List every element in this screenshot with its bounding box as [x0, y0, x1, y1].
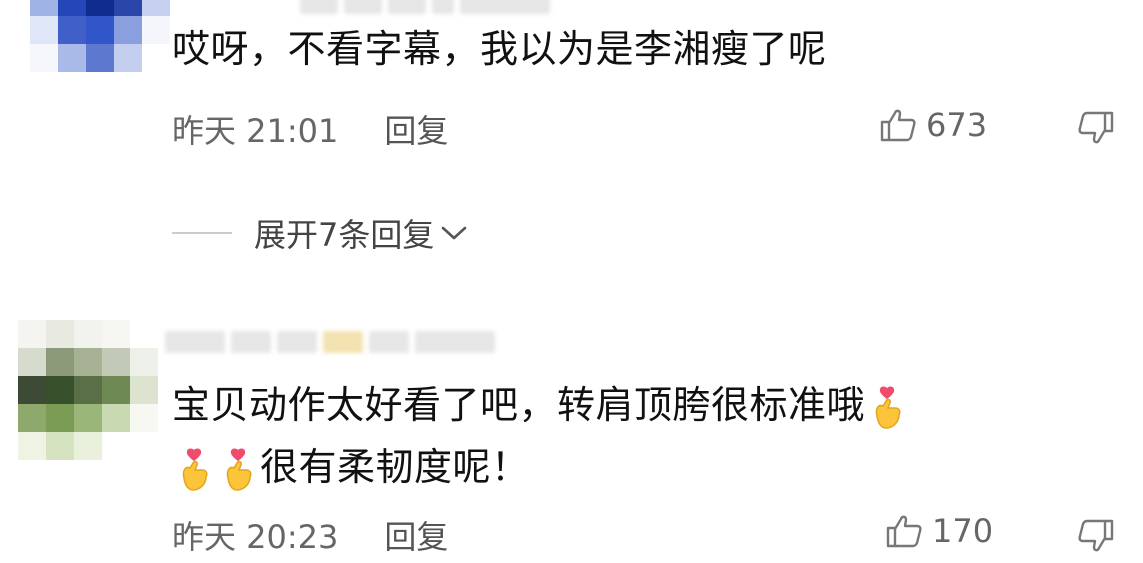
comment-item: 宝贝动作太好看了吧，转肩顶胯很标准哦 很有柔韧度呢！ 昨天 20:23 回复 1… [0, 300, 1143, 563]
expand-replies-button[interactable]: 展开7条回复 [172, 210, 468, 256]
comment-time: 昨天 20:23 [172, 518, 339, 556]
finger-heart-emoji [182, 448, 208, 491]
expand-replies-label: 展开7条回复 [254, 216, 435, 254]
thumbs-down-icon [1078, 519, 1114, 552]
comment-text-line: 宝贝动作太好看了吧，转肩顶胯很标准哦 [172, 374, 909, 436]
comment-time: 昨天 21:01 [172, 112, 339, 150]
thumbs-up-icon [886, 515, 922, 548]
reply-button[interactable]: 回复 [384, 512, 448, 558]
avatar[interactable] [30, 0, 170, 100]
avatar-mosaic [18, 320, 158, 460]
username-blurred[interactable] [300, 0, 550, 14]
comment-text-line1: 宝贝动作太好看了吧，转肩顶胯很标准哦 [172, 383, 866, 427]
divider-line [172, 232, 232, 234]
comment-text-line2: 很有柔韧度呢！ [260, 445, 530, 489]
avatar[interactable] [18, 320, 158, 460]
finger-heart-emoji [875, 386, 901, 429]
avatar-mosaic [30, 0, 170, 100]
finger-heart-emoji [226, 448, 252, 491]
comment-meta: 昨天 20:23 回复 [172, 512, 448, 558]
comment-meta: 昨天 21:01 回复 [172, 106, 448, 152]
thumbs-up-icon [880, 109, 916, 142]
comment-text-line: 很有柔韧度呢！ [172, 436, 909, 498]
like-count: 673 [926, 106, 988, 144]
chevron-down-icon [442, 226, 467, 240]
comment-text: 宝贝动作太好看了吧，转肩顶胯很标准哦 很有柔韧度呢！ [172, 374, 909, 498]
comment-text: 哎呀，不看字幕，我以为是李湘瘦了呢 [172, 27, 827, 71]
reply-button[interactable]: 回复 [384, 106, 448, 152]
username-blurred[interactable] [165, 331, 495, 353]
dislike-button[interactable] [1076, 110, 1116, 150]
like-count: 170 [932, 512, 994, 550]
comment-item: 哎呀，不看字幕，我以为是李湘瘦了呢 昨天 21:01 回复 673 展开7条回复 [0, 0, 1143, 300]
dislike-button[interactable] [1076, 518, 1116, 558]
thumbs-down-icon [1078, 111, 1114, 144]
like-button[interactable]: 673 [878, 106, 987, 144]
like-button[interactable]: 170 [884, 512, 993, 550]
